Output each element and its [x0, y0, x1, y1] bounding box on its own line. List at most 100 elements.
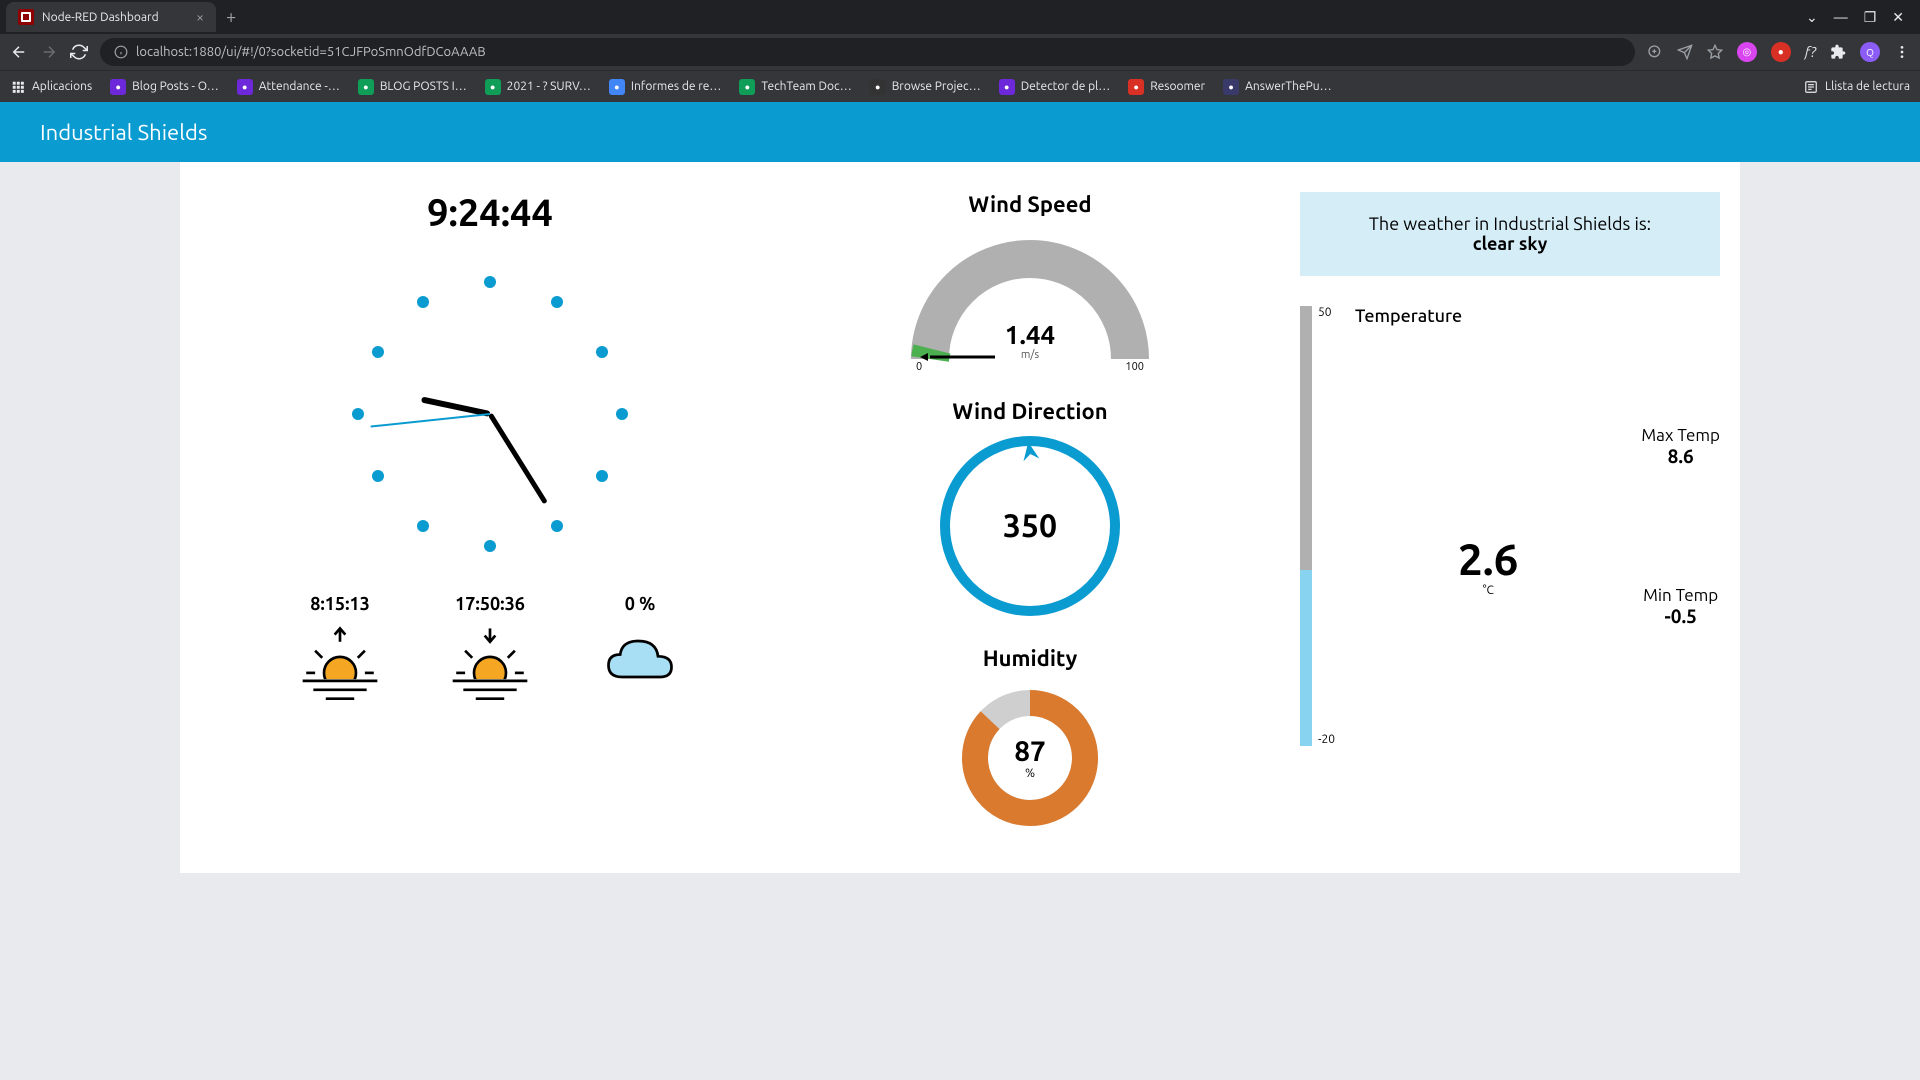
sunrise-icon — [295, 624, 385, 704]
bookmark-icon: ● — [358, 79, 374, 95]
apps-button[interactable]: Aplicacions — [10, 79, 92, 95]
bookmark-item[interactable]: ●Attendance -… — [237, 79, 340, 95]
weather-column: The weather in Industrial Shields is: cl… — [1300, 192, 1720, 833]
bookmark-label: AnswerThePu… — [1245, 80, 1331, 93]
sunset-time: 17:50:36 — [455, 594, 525, 614]
info-icon — [114, 45, 128, 59]
bookmark-label: Browse Projec… — [892, 80, 981, 93]
bookmark-icon: ● — [1128, 79, 1144, 95]
compass-arrow-icon — [1018, 440, 1042, 468]
page-viewport: Industrial Shields 9:24:44 — [0, 102, 1920, 1080]
apps-label: Aplicacions — [32, 80, 92, 93]
browser-tab[interactable]: Node-RED Dashboard × — [6, 2, 216, 32]
wind-speed-value: 1.44 — [1005, 320, 1055, 349]
extensions-icon[interactable] — [1830, 44, 1846, 60]
back-button[interactable] — [10, 43, 28, 61]
bookmark-item[interactable]: ●Detector de pl… — [999, 79, 1111, 95]
bookmark-label: TechTeam Doc… — [761, 80, 851, 93]
temperature-unit: °C — [1483, 584, 1494, 597]
cloud-cover-widget: 0 % — [595, 594, 685, 694]
bookmark-label: BLOG POSTS I… — [380, 80, 467, 93]
url-text: localhost:1880/ui/#!/0?socketid=51CJFPoS… — [136, 45, 486, 59]
min-temp-label: Min Temp — [1641, 586, 1720, 605]
bookmark-label: 2021 - ? SURV… — [507, 80, 591, 93]
weather-summary-box: The weather in Industrial Shields is: cl… — [1300, 192, 1720, 276]
bookmark-icon: ● — [870, 79, 886, 95]
address-bar[interactable]: localhost:1880/ui/#!/0?socketid=51CJFPoS… — [100, 38, 1635, 66]
weather-prefix: The weather in Industrial Shields is: — [1330, 214, 1690, 234]
profile-avatar[interactable]: Q — [1860, 42, 1880, 62]
menu-icon[interactable] — [1894, 44, 1910, 60]
bookmarks-bar: Aplicacions ● Blog Posts - O… ●Attendance … — [0, 70, 1920, 102]
extension-icon[interactable]: f? — [1805, 44, 1816, 60]
app-header: Industrial Shields — [0, 102, 1920, 162]
humidity-widget: Humidity 87 % — [955, 646, 1105, 833]
bookmark-label: Blog Posts - O… — [132, 80, 219, 93]
minute-hand — [488, 413, 548, 505]
thermometer-scale: 50 -20 — [1300, 306, 1335, 746]
close-window-button[interactable]: ✕ — [1892, 9, 1904, 26]
scale-bottom: -20 — [1318, 733, 1335, 746]
reading-list-button[interactable]: Llista de lectura — [1803, 79, 1910, 95]
bookmark-item[interactable]: ● AnswerThePu… — [1223, 79, 1331, 95]
wind-speed-title: Wind Speed — [968, 192, 1091, 217]
send-icon[interactable] — [1677, 44, 1693, 60]
tab-close-button[interactable]: × — [196, 9, 204, 25]
reload-button[interactable] — [70, 43, 88, 61]
bookmark-icon: ● — [485, 79, 501, 95]
second-hand — [371, 413, 491, 428]
bookmark-item[interactable]: ● Blog Posts - O… — [110, 79, 219, 95]
wind-speed-unit: m/s — [1005, 349, 1055, 361]
favicon-icon — [18, 9, 34, 25]
gauge-min: 0 — [916, 361, 922, 373]
new-tab-button[interactable]: + — [226, 7, 236, 27]
bookmark-item[interactable]: ● Browse Projec… — [870, 79, 981, 95]
maximize-button[interactable]: ❐ — [1864, 9, 1877, 26]
clock-column: 9:24:44 — [220, 192, 760, 833]
bookmark-icon: ● — [237, 79, 253, 95]
reading-list-icon — [1803, 79, 1819, 95]
chevron-down-icon[interactable]: ⌄ — [1806, 9, 1818, 26]
sun-row: 8:15:13 17:50:36 — [295, 594, 685, 704]
temperature-title: Temperature — [1355, 306, 1462, 326]
wind-speed-widget: Wind Speed 1.44 m/s 0 — [900, 192, 1160, 369]
bookmark-label: Detector de pl… — [1021, 80, 1111, 93]
bookmark-item[interactable]: ● TechTeam Doc… — [739, 79, 851, 95]
zoom-icon[interactable] — [1647, 44, 1663, 60]
bookmark-item[interactable]: ● BLOG POSTS I… — [358, 79, 467, 95]
scale-top: 50 — [1318, 306, 1335, 319]
analog-clock — [350, 274, 630, 554]
window-controls: ⌄ — ❐ ✕ — [1806, 9, 1914, 26]
min-temp-value: -0.5 — [1641, 605, 1720, 627]
cloud-cover-value: 0 % — [625, 594, 656, 614]
browser-tab-strip: Node-RED Dashboard × + ⌄ — ❐ ✕ — [0, 0, 1920, 34]
temperature-widget: 50 -20 Temperature 2.6 °C Max Temp — [1300, 306, 1720, 746]
weather-condition: clear sky — [1330, 234, 1690, 254]
bookmark-item[interactable]: ●Resoomer — [1128, 79, 1205, 95]
extension-icon[interactable]: ● — [1771, 42, 1791, 62]
forward-button[interactable] — [40, 43, 58, 61]
bookmark-item[interactable]: ● Informes de re… — [609, 79, 722, 95]
bookmark-icon: ● — [609, 79, 625, 95]
bookmark-icon: ● — [739, 79, 755, 95]
bookmark-item[interactable]: ● 2021 - ? SURV… — [485, 79, 591, 95]
reading-list-label: Llista de lectura — [1825, 80, 1910, 93]
humidity-title: Humidity — [983, 646, 1078, 671]
minimize-button[interactable]: — — [1834, 9, 1848, 26]
bookmark-icon: ● — [110, 79, 126, 95]
sunrise-time: 8:15:13 — [310, 594, 370, 614]
sunrise-widget: 8:15:13 — [295, 594, 385, 704]
tab-title: Node-RED Dashboard — [42, 11, 159, 24]
wind-direction-widget: Wind Direction 350 — [940, 399, 1120, 616]
temperature-current: 2.6 — [1458, 535, 1518, 584]
bookmark-star-icon[interactable] — [1707, 44, 1723, 60]
max-temp-value: 8.6 — [1641, 445, 1720, 467]
bookmark-label: Informes de re… — [631, 80, 722, 93]
extension-icon[interactable]: ◎ — [1737, 42, 1757, 62]
dashboard-card: 9:24:44 — [180, 162, 1740, 873]
page-title: Industrial Shields — [40, 120, 207, 145]
humidity-unit: % — [1025, 767, 1035, 780]
wind-direction-value: 350 — [1003, 508, 1057, 544]
bookmark-icon: ● — [1223, 79, 1239, 95]
max-temp-label: Max Temp — [1641, 426, 1720, 445]
